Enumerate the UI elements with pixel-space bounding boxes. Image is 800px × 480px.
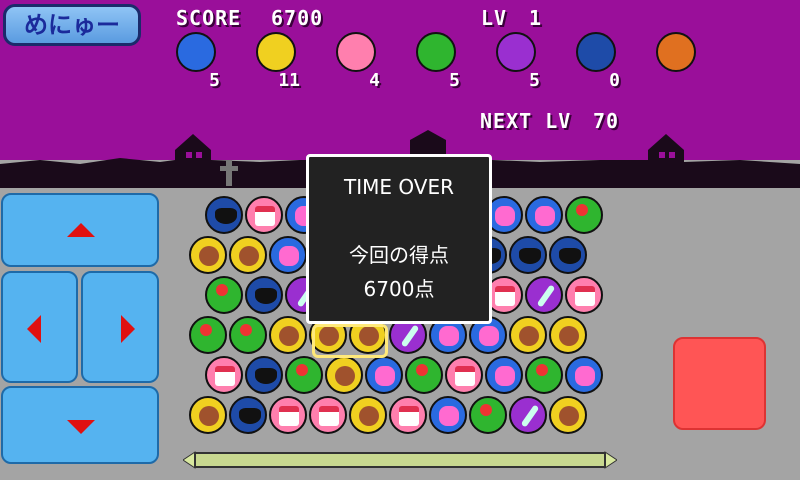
dialog-title: TIME OVER	[344, 175, 454, 199]
ball-navy[interactable]	[549, 236, 587, 274]
ball-purple[interactable]	[525, 276, 563, 314]
action-button[interactable]	[673, 337, 766, 430]
dialog-score-value: 6700点	[363, 277, 435, 301]
next-level-label: NEXT LV	[480, 109, 572, 133]
ball-yellow[interactable]	[189, 236, 227, 274]
ball-yellow[interactable]	[229, 236, 267, 274]
ball-green[interactable]	[405, 356, 443, 394]
ball-yellow[interactable]	[549, 316, 587, 354]
ball-purple[interactable]	[509, 396, 547, 434]
ball-navy[interactable]	[509, 236, 547, 274]
ball-green[interactable]	[285, 356, 323, 394]
score-label: SCORE	[176, 6, 242, 30]
cake-pink-icon	[336, 32, 376, 72]
item-count: 5	[529, 70, 540, 91]
ball-pink[interactable]	[245, 196, 283, 234]
ball-blue[interactable]	[365, 356, 403, 394]
ball-green[interactable]	[525, 356, 563, 394]
ball-yellow[interactable]	[349, 396, 387, 434]
ball-pink[interactable]	[389, 396, 427, 434]
score-value: 6700	[271, 6, 324, 30]
item-count: 11	[278, 70, 300, 91]
ball-navy[interactable]	[229, 396, 267, 434]
ball-blue[interactable]	[485, 356, 523, 394]
menu-button[interactable]: めにゅー	[3, 4, 141, 46]
ball-navy[interactable]	[245, 276, 283, 314]
level-label: LV	[481, 6, 508, 30]
item-count: 5	[449, 70, 460, 91]
ball-pink[interactable]	[445, 356, 483, 394]
bat-navy-icon	[576, 32, 616, 72]
cookie-yellow-icon	[256, 32, 296, 72]
item-count: 5	[209, 70, 220, 91]
ball-navy[interactable]	[205, 196, 243, 234]
dpad-left-button[interactable]	[1, 271, 78, 383]
ball-green[interactable]	[565, 196, 603, 234]
ball-blue[interactable]	[565, 356, 603, 394]
ball-green[interactable]	[229, 316, 267, 354]
ball-blue[interactable]	[429, 396, 467, 434]
level-value: 1	[529, 6, 543, 30]
dpad-down-button[interactable]	[1, 386, 159, 464]
right-arrow-icon	[121, 315, 135, 343]
dialog-score-label: 今回の得点	[349, 243, 449, 267]
next-level-value: 70	[593, 109, 620, 133]
ball-pink[interactable]	[205, 356, 243, 394]
ball-green[interactable]	[189, 316, 227, 354]
ball-blue[interactable]	[269, 236, 307, 274]
ball-pink[interactable]	[565, 276, 603, 314]
lollipop-green-icon	[416, 32, 456, 72]
candy-blue-icon	[176, 32, 216, 72]
ball-yellow[interactable]	[269, 316, 307, 354]
left-arrow-icon	[27, 315, 41, 343]
ball-yellow[interactable]	[549, 396, 587, 434]
ball-yellow[interactable]	[325, 356, 363, 394]
ball-pink[interactable]	[309, 396, 347, 434]
ball-blue[interactable]	[525, 196, 563, 234]
ball-yellow[interactable]	[189, 396, 227, 434]
dpad-up-button[interactable]	[1, 193, 159, 267]
ball-navy[interactable]	[245, 356, 283, 394]
selection-cursor	[312, 324, 388, 358]
time-over-dialog: TIME OVER 今回の得点 6700点	[306, 154, 492, 324]
ball-pink[interactable]	[269, 396, 307, 434]
candycane-purple-icon	[496, 32, 536, 72]
down-arrow-icon	[67, 420, 95, 434]
item-count: 4	[369, 70, 380, 91]
ball-yellow[interactable]	[509, 316, 547, 354]
item-count: 0	[609, 70, 620, 91]
ball-green[interactable]	[469, 396, 507, 434]
ball-green[interactable]	[205, 276, 243, 314]
up-arrow-icon	[67, 223, 95, 237]
dpad-right-button[interactable]	[81, 271, 159, 383]
time-bar	[183, 451, 617, 469]
pumpkin-icon	[656, 32, 696, 72]
